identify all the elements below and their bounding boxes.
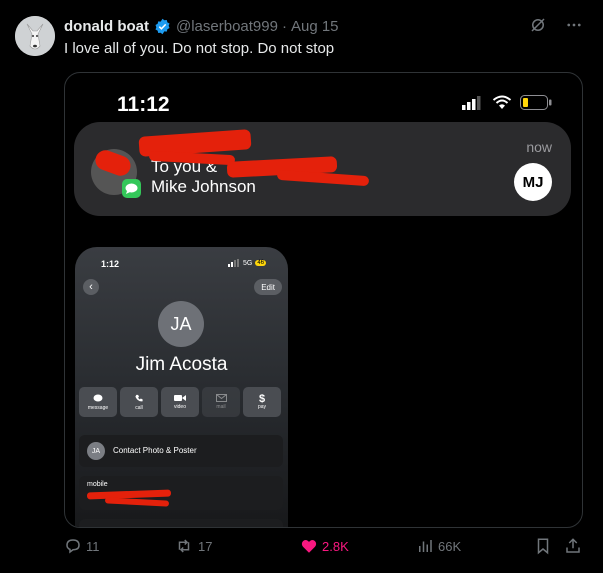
repost-icon (178, 539, 190, 553)
mail-action-button[interactable]: mail (202, 387, 240, 417)
pay-action-button[interactable]: $ pay (243, 387, 281, 417)
like-button[interactable]: 2.8K (300, 537, 349, 555)
mobile-label: mobile (87, 481, 108, 488)
action-label: mail (216, 404, 226, 410)
verified-badge-icon (154, 18, 171, 35)
tweet-media-image[interactable]: 11:12 To you & Mike Johnson now MJ 1:12 (64, 72, 583, 528)
action-label: pay (257, 404, 267, 410)
contact-photo-row[interactable]: JA Contact Photo & Poster (79, 435, 283, 467)
phone-icon (135, 394, 143, 401)
action-label: message (87, 404, 109, 411)
contact-name: Jim Acosta (135, 354, 228, 375)
author-avatar[interactable] (15, 16, 55, 56)
grok-icon[interactable] (529, 16, 547, 38)
back-button[interactable]: ‹ (83, 279, 99, 295)
reply-icon (66, 539, 80, 554)
video-icon (174, 395, 186, 401)
contact-avatar: JA (158, 301, 204, 347)
reply-count: 11 (86, 538, 100, 554)
tweet-action-bar: 11 17 2.8K 66K (64, 537, 582, 561)
signal-icon (462, 95, 484, 115)
reply-button[interactable]: 11 (64, 537, 100, 555)
status-bar-icons (462, 95, 552, 115)
heart-icon (301, 539, 317, 553)
battery-icon (520, 95, 552, 115)
next-row (79, 519, 283, 527)
notification-avatar: MJ (514, 163, 552, 201)
tweet-text: I love all of you. Do not stop. Do not s… (64, 40, 335, 57)
phone-battery: 46 (255, 260, 266, 266)
repost-button[interactable]: 17 (174, 537, 212, 555)
edit-button[interactable]: Edit (254, 279, 282, 295)
tweet-header: donald boat @laserboat999 · Aug 15 (64, 16, 583, 36)
embedded-phone-screenshot: 1:12 5G 46 ‹ Edit JA Jim Acosta message … (75, 247, 288, 527)
like-count: 2.8K (322, 538, 349, 554)
wifi-icon (492, 95, 512, 115)
more-options-icon[interactable] (565, 16, 583, 38)
author-name[interactable]: donald boat (64, 18, 149, 35)
messages-app-icon (122, 179, 141, 198)
share-icon (566, 538, 580, 553)
phone-network: 5G (242, 259, 253, 267)
message-icon (93, 394, 103, 401)
bookmark-icon (537, 538, 549, 555)
phone-status-time: 1:12 (101, 259, 120, 269)
action-label: call (135, 404, 143, 411)
views-count: 66K (438, 538, 462, 554)
dollar-icon: $ (258, 393, 266, 405)
mail-icon (215, 394, 227, 402)
notification-time: now (526, 139, 552, 155)
author-handle[interactable]: @laserboat999 (176, 18, 278, 35)
status-time: 11:12 (117, 93, 170, 116)
views-icon (419, 540, 432, 552)
contact-photo-avatar: JA (87, 442, 105, 460)
contact-action-row: message call video mail $ pay (79, 387, 281, 417)
views-button[interactable]: 66K (416, 537, 461, 555)
contact-photo-label: Contact Photo & Poster (113, 446, 197, 455)
tweet: donald boat @laserboat999 · Aug 15 I lov… (0, 0, 603, 573)
phone-signal-icon (227, 259, 239, 267)
phone-status-bar: 5G 46 (227, 259, 266, 267)
message-action-button[interactable]: message (79, 387, 117, 417)
tweet-date[interactable]: Aug 15 (291, 18, 339, 35)
separator: · (281, 17, 287, 35)
call-action-button[interactable]: call (120, 387, 158, 417)
notification-subtitle: Mike Johnson (151, 177, 256, 196)
share-button[interactable] (564, 537, 582, 555)
action-label: video (174, 404, 186, 410)
repost-count: 17 (198, 538, 213, 554)
bookmark-button[interactable] (534, 537, 552, 555)
video-action-button[interactable]: video (161, 387, 199, 417)
